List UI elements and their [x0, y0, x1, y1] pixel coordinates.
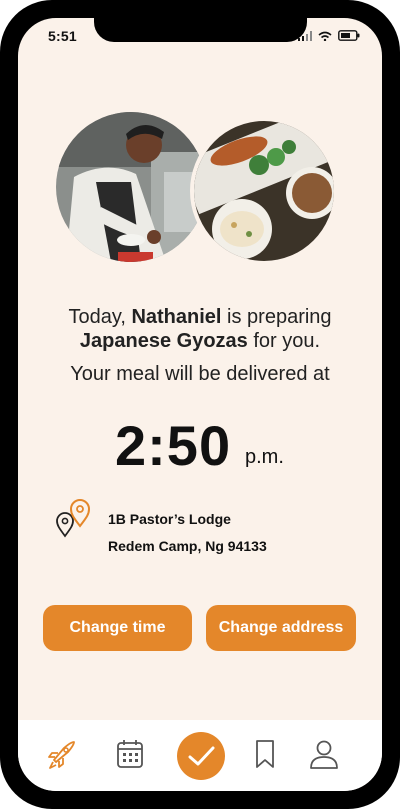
rocket-icon[interactable] [44, 738, 78, 777]
signal-icon [298, 28, 312, 46]
delivery-time: 2:50 [115, 414, 232, 477]
bookmark-icon[interactable] [253, 738, 277, 775]
delivery-ampm: p.m. [245, 446, 284, 468]
meal-photo [190, 117, 338, 265]
location-pin-icon [55, 498, 97, 543]
notch [94, 18, 307, 42]
prep-message-line1: Today, Nathaniel is preparing [18, 306, 382, 329]
address-line1: 1B Pastor’s Lodge [108, 511, 231, 527]
app-screen: 5:51 Today, Nathaniel is preparing Japan… [18, 18, 382, 791]
phone-frame: 5:51 Today, Nathaniel is preparing Japan… [0, 0, 400, 809]
chef-name: Nathaniel [131, 306, 222, 328]
status-icons [298, 28, 360, 46]
message-prefix: Today, [68, 306, 132, 328]
change-address-button[interactable]: Change address [206, 605, 356, 651]
chef-photo [56, 112, 206, 262]
address-line2: Redem Camp, Ng 94133 [108, 538, 267, 554]
message-suffix: for you. [247, 330, 321, 352]
bottom-tab-bar [18, 720, 382, 791]
prep-message-line2: Japanese Gyozas for you. [18, 330, 382, 353]
message-middle: is preparing [221, 306, 332, 328]
status-time: 5:51 [48, 28, 77, 44]
dish-name: Japanese Gyozas [79, 330, 248, 352]
delivery-message: Your meal will be delivered at [70, 363, 330, 385]
check-icon[interactable] [177, 732, 225, 780]
wifi-icon [318, 28, 332, 46]
battery-icon [338, 28, 360, 46]
profile-icon[interactable] [308, 738, 340, 775]
change-time-button[interactable]: Change time [43, 605, 192, 651]
calendar-icon[interactable] [115, 738, 145, 775]
